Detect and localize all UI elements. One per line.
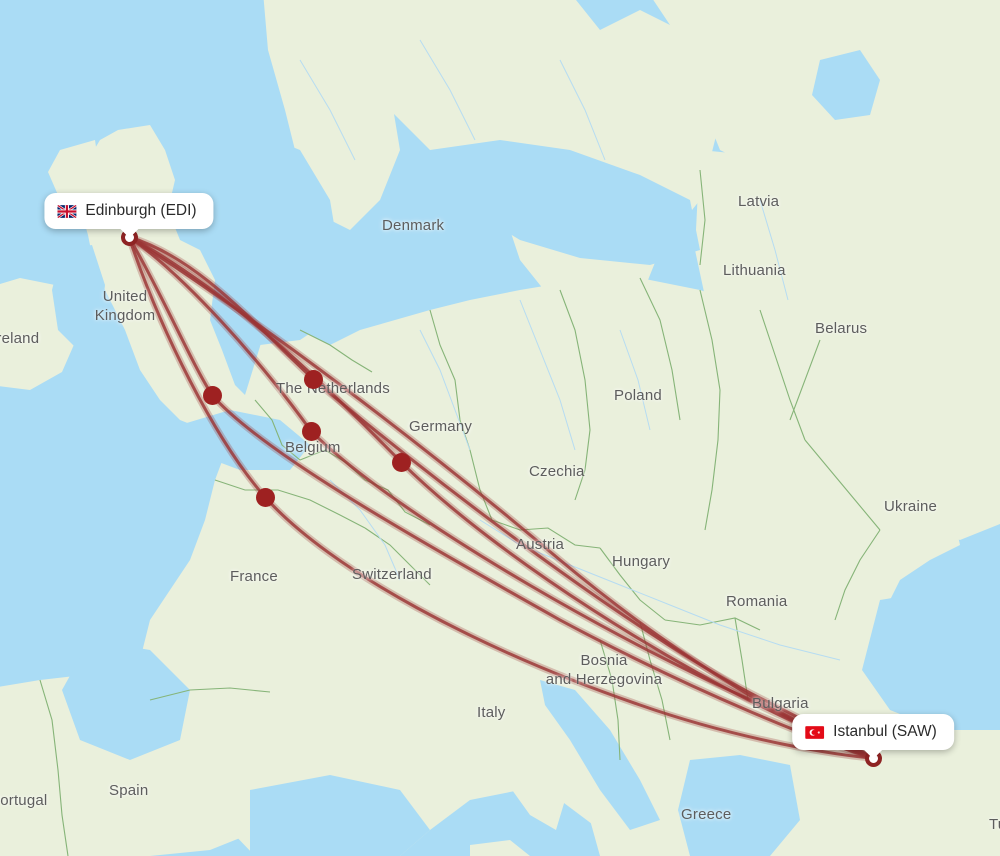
tooltip-tail bbox=[863, 749, 883, 759]
flag-icon-united-kingdom bbox=[57, 204, 77, 218]
tooltip-tail bbox=[118, 228, 139, 238]
route-path-halo bbox=[125, 233, 877, 762]
flight-route-map[interactable]: .land{fill:#eaf0dc;} .land2{fill:#e6edd6… bbox=[0, 0, 1000, 856]
flag-icon-turkey bbox=[805, 725, 825, 739]
waypoint-amsterdam[interactable] bbox=[303, 369, 323, 389]
origin-airport-tooltip[interactable]: Edinburgh (EDI) bbox=[44, 193, 214, 238]
origin-airport-label: Edinburgh (EDI) bbox=[85, 202, 197, 219]
waypoint-brussels[interactable] bbox=[301, 421, 321, 441]
destination-airport-tooltip[interactable]: Istanbul (SAW) bbox=[792, 714, 954, 759]
waypoint-birmingham[interactable] bbox=[202, 385, 222, 405]
destination-airport-label: Istanbul (SAW) bbox=[833, 723, 937, 740]
waypoint-dusseldorf[interactable] bbox=[391, 452, 411, 472]
waypoint-paris[interactable] bbox=[255, 487, 275, 507]
